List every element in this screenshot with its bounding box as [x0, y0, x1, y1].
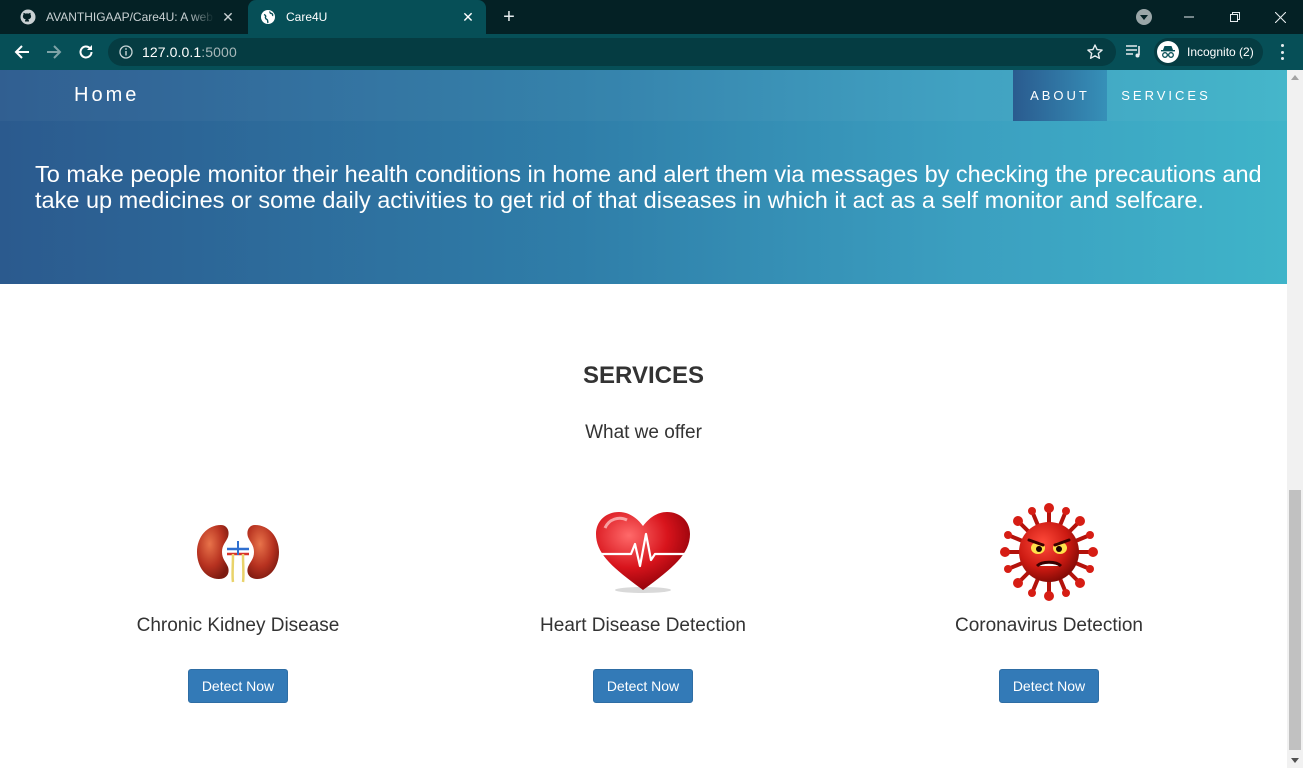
new-tab-button[interactable]: +	[498, 7, 520, 27]
nav-about-link[interactable]: ABOUT	[1013, 70, 1107, 121]
incognito-icon	[1157, 41, 1179, 63]
tab-title: AVANTHIGAAP/Care4U: A website	[46, 10, 214, 24]
browser-menu-icon[interactable]	[1274, 42, 1290, 62]
service-title: Coronavirus Detection	[955, 615, 1143, 636]
globe-icon	[260, 9, 276, 25]
service-card-heart: Heart Disease Detection Detect Now	[483, 500, 803, 710]
url-port: :5000	[201, 44, 237, 60]
bookmark-star-icon[interactable]	[1086, 43, 1104, 61]
browser-toolbar: 127.0.0.1:5000 Incognito (2)	[0, 34, 1303, 70]
media-control-icon[interactable]	[1125, 44, 1143, 60]
incognito-profile-button[interactable]: Incognito (2)	[1154, 38, 1263, 66]
service-card-coronavirus: Coronavirus Detection Detect Now	[889, 500, 1209, 710]
browser-tab-github[interactable]: AVANTHIGAAP/Care4U: A website ✕	[8, 0, 246, 34]
page-scrollbar[interactable]	[1287, 70, 1303, 768]
scroll-up-icon[interactable]	[1291, 75, 1299, 80]
coronavirus-icon	[999, 500, 1099, 604]
close-tab-icon[interactable]: ✕	[220, 9, 236, 25]
detect-now-button[interactable]: Detect Now	[593, 669, 693, 703]
reload-icon[interactable]	[74, 40, 98, 64]
forward-icon[interactable]	[42, 40, 66, 64]
service-card-kidney: Chronic Kidney Disease Detect Now	[78, 500, 398, 710]
tab-title: Care4U	[286, 10, 328, 24]
back-icon[interactable]	[10, 40, 34, 64]
browser-tab-strip: AVANTHIGAAP/Care4U: A website ✕ Care4U ✕…	[0, 0, 1303, 34]
site-navbar: Home ABOUT SERVICES	[0, 70, 1287, 121]
restore-icon[interactable]	[1212, 0, 1258, 34]
nav-home-link[interactable]: Home	[74, 84, 139, 107]
heart-icon	[593, 500, 693, 604]
browser-tab-care4u[interactable]: Care4U ✕	[248, 0, 486, 34]
nav-services-link[interactable]: SERVICES	[1107, 70, 1225, 121]
services-subheading: What we offer	[585, 422, 702, 443]
service-title: Chronic Kidney Disease	[136, 615, 340, 636]
detect-now-button[interactable]: Detect Now	[188, 669, 288, 703]
page-viewport: Home ABOUT SERVICES To make people monit…	[0, 70, 1287, 768]
url-text: 127.0.0.1:5000	[142, 44, 237, 60]
url-host: 127.0.0.1	[142, 44, 202, 60]
profile-label: Incognito (2)	[1187, 45, 1254, 59]
scrollbar-thumb[interactable]	[1289, 490, 1301, 750]
close-tab-icon[interactable]: ✕	[460, 9, 476, 25]
services-heading: SERVICES	[583, 362, 704, 389]
github-icon	[20, 9, 36, 25]
info-icon[interactable]	[119, 45, 133, 59]
close-window-icon[interactable]	[1257, 0, 1303, 34]
kidney-icon	[188, 500, 288, 604]
scroll-down-icon[interactable]	[1291, 758, 1299, 763]
service-title: Heart Disease Detection	[540, 615, 746, 636]
tab-search-icon[interactable]	[1136, 9, 1152, 25]
detect-now-button[interactable]: Detect Now	[999, 669, 1099, 703]
address-bar[interactable]: 127.0.0.1:5000	[108, 38, 1116, 66]
hero-section: Home ABOUT SERVICES To make people monit…	[0, 70, 1287, 284]
minimize-icon[interactable]	[1166, 0, 1212, 34]
hero-tagline: To make people monitor their health cond…	[35, 161, 1262, 213]
